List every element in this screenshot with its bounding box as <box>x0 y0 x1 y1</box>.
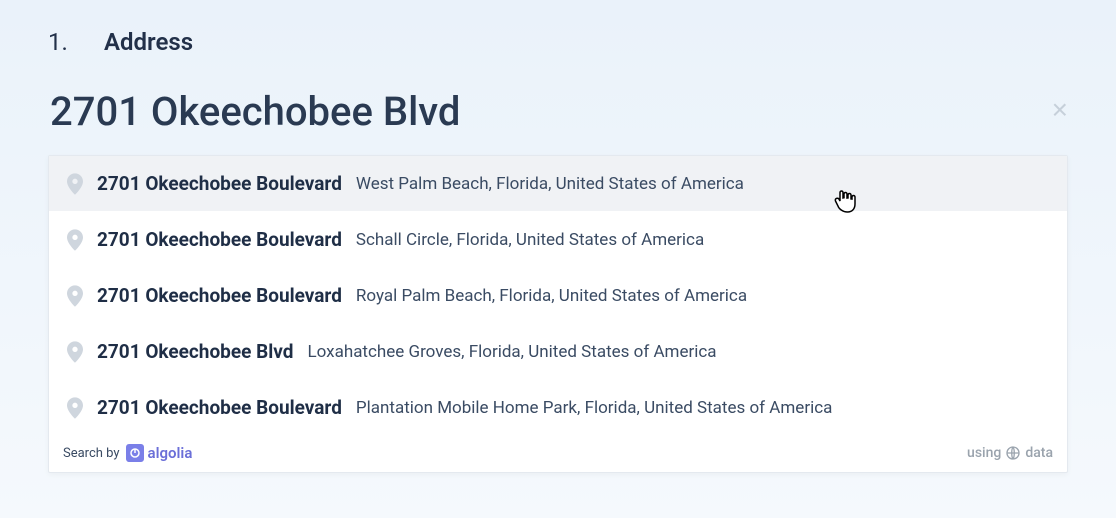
suggestion-secondary: Plantation Mobile Home Park, Florida, Un… <box>356 398 832 418</box>
suggestions-dropdown: 2701 Okeechobee Boulevard West Palm Beac… <box>48 155 1068 473</box>
suggestion-item[interactable]: 2701 Okeechobee Boulevard Schall Circle,… <box>49 212 1067 268</box>
suggestion-secondary: Schall Circle, Florida, United States of… <box>356 230 704 250</box>
address-input-wrap: × 2701 Okeechobee Boulevard West Palm Be… <box>48 84 1068 473</box>
cursor-hand-icon <box>833 188 857 214</box>
suggestion-item[interactable]: 2701 Okeechobee Blvd Loxahatchee Groves,… <box>49 324 1067 380</box>
suggestion-secondary: Royal Palm Beach, Florida, United States… <box>356 286 747 306</box>
clear-input-button[interactable]: × <box>1052 96 1068 124</box>
pin-icon <box>67 285 83 307</box>
pin-icon <box>67 229 83 251</box>
suggestion-primary: 2701 Okeechobee Boulevard <box>97 396 342 419</box>
suggestion-secondary: West Palm Beach, Florida, United States … <box>356 174 744 194</box>
suggestion-item[interactable]: 2701 Okeechobee Boulevard Royal Palm Bea… <box>49 268 1067 324</box>
pin-icon <box>67 341 83 363</box>
search-by-attribution: Search by algolia <box>63 444 192 462</box>
search-by-label: Search by <box>63 446 120 461</box>
globe-icon <box>1005 445 1021 461</box>
using-label: using <box>967 445 1001 461</box>
algolia-text: algolia <box>148 444 193 462</box>
suggestion-item[interactable]: 2701 Okeechobee Boulevard West Palm Beac… <box>49 156 1067 212</box>
field-label-address: Address <box>104 28 193 56</box>
form-step-header: 1. Address <box>48 28 1068 56</box>
suggestion-primary: 2701 Okeechobee Boulevard <box>97 172 342 195</box>
suggestion-primary: 2701 Okeechobee Blvd <box>97 340 293 363</box>
suggestion-secondary: Loxahatchee Groves, Florida, United Stat… <box>307 342 716 362</box>
step-number: 1. <box>48 28 76 56</box>
suggestion-primary: 2701 Okeechobee Boulevard <box>97 284 342 307</box>
algolia-icon <box>126 444 144 462</box>
suggestion-item[interactable]: 2701 Okeechobee Boulevard Plantation Mob… <box>49 380 1067 436</box>
pin-icon <box>67 173 83 195</box>
suggestion-primary: 2701 Okeechobee Boulevard <box>97 228 342 251</box>
using-data-attribution: using data <box>967 445 1053 461</box>
algolia-logo: algolia <box>126 444 193 462</box>
address-input[interactable] <box>48 84 1068 147</box>
dropdown-footer: Search by algolia using data <box>49 436 1067 472</box>
pin-icon <box>67 397 83 419</box>
data-label: data <box>1025 445 1053 461</box>
